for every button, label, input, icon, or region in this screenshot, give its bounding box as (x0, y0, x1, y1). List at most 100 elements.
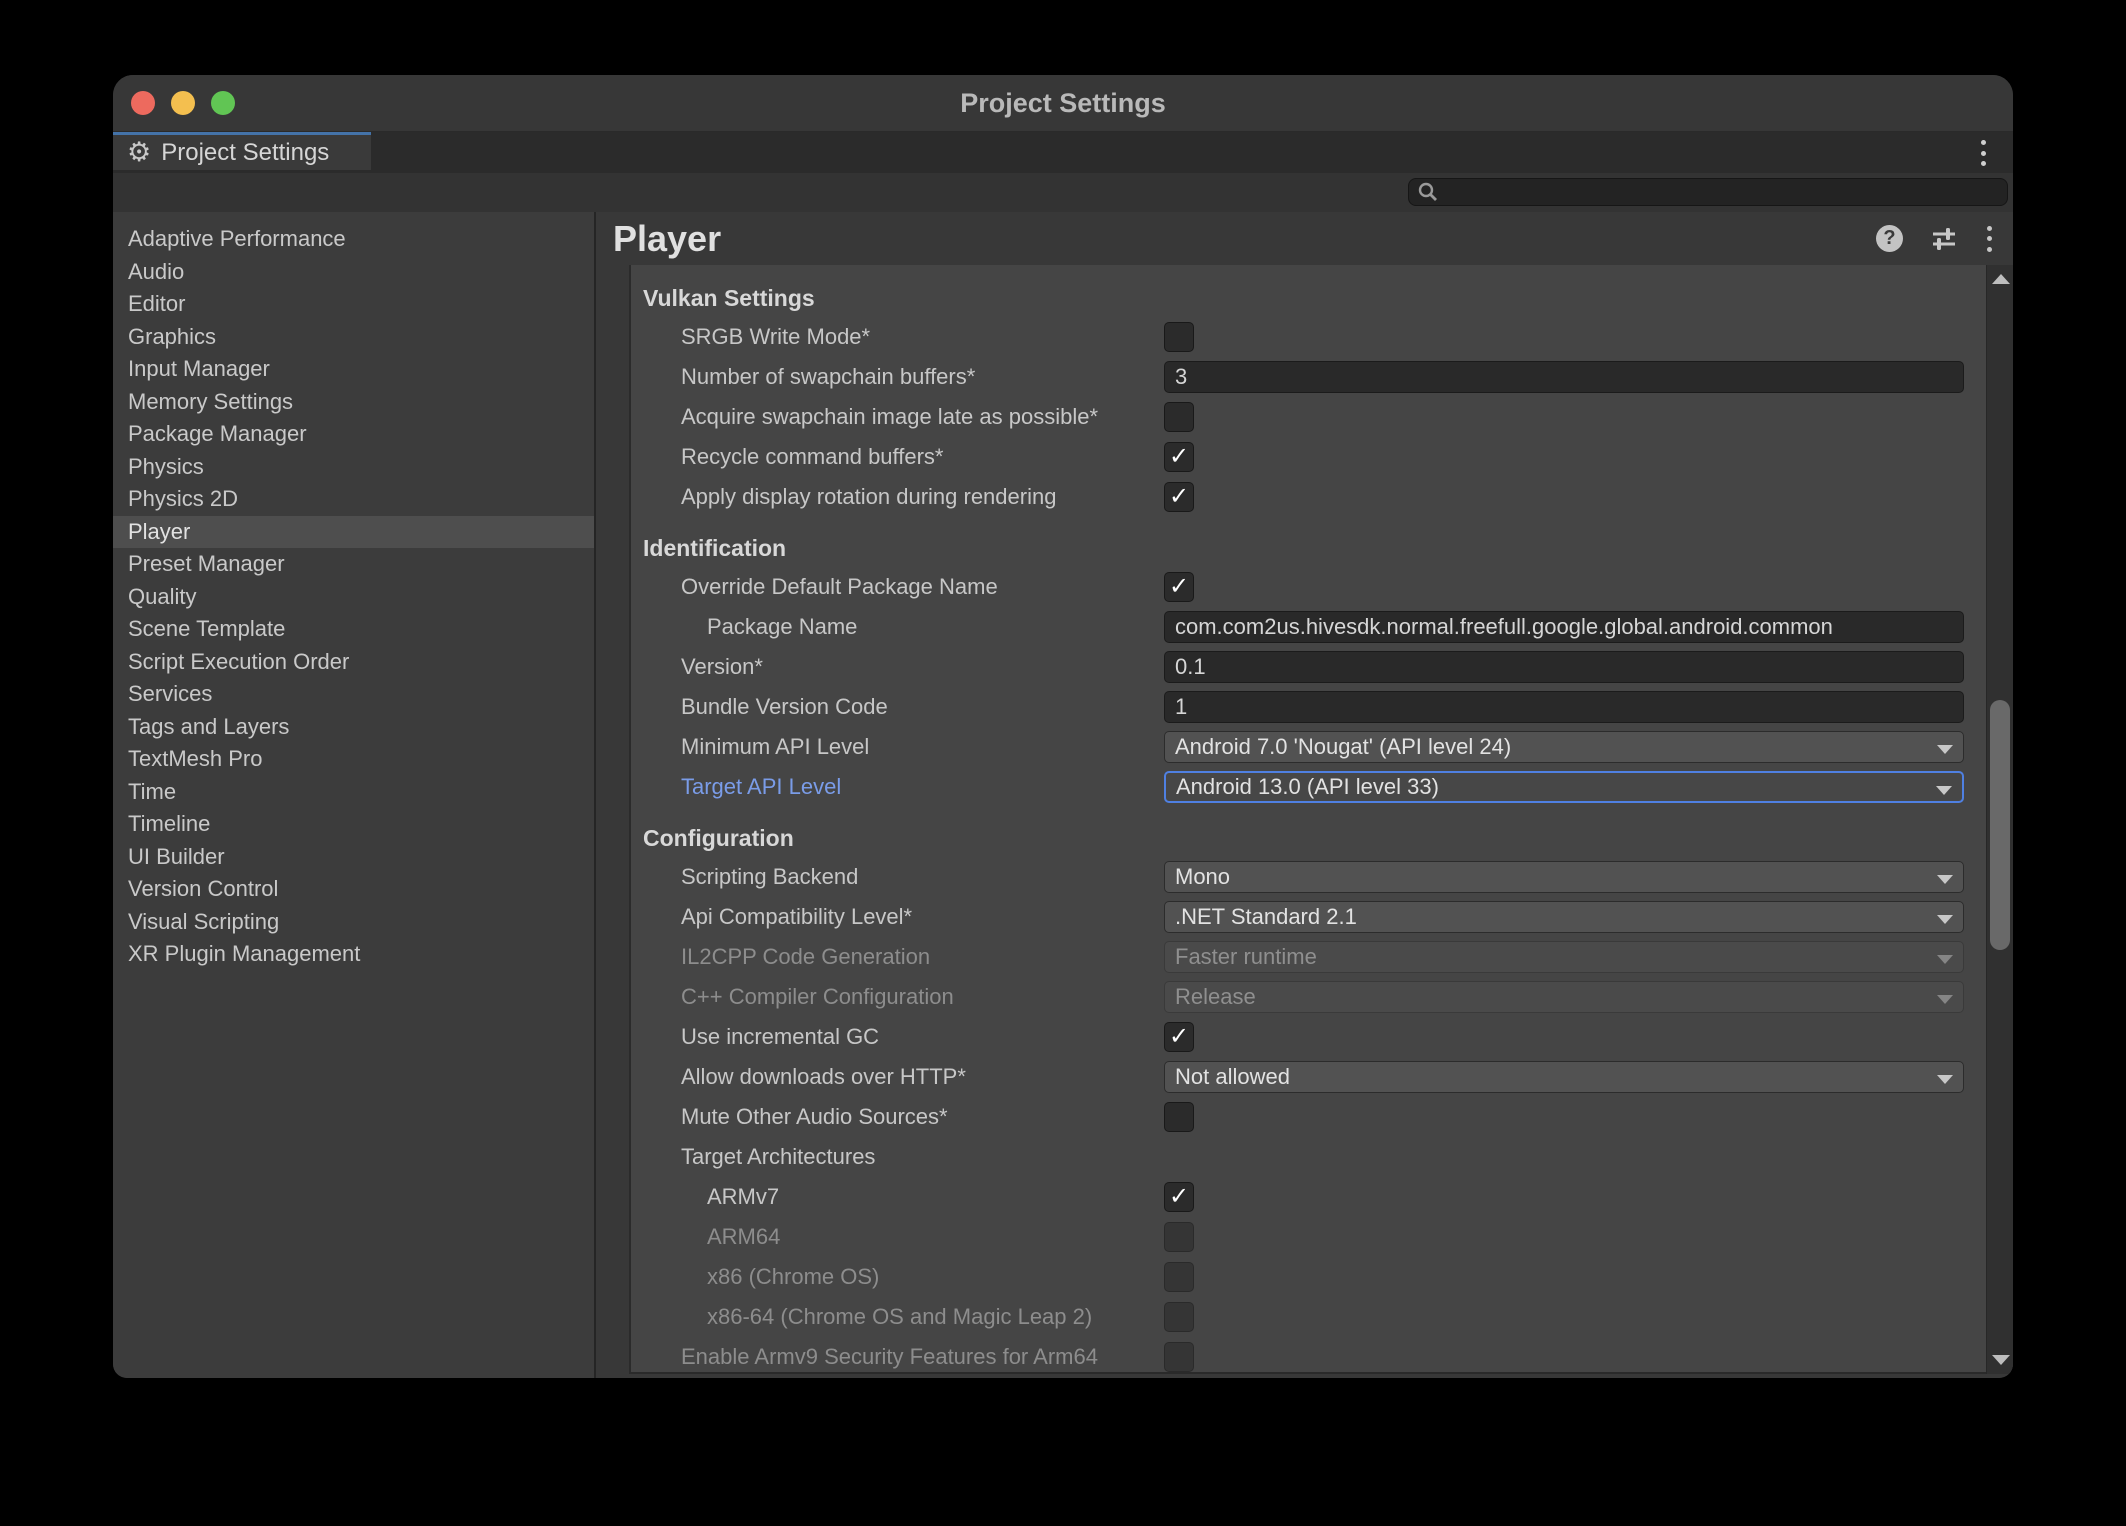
checkbox-unchecked-enable-armv9-security-features-for-arm64[interactable] (1164, 1342, 1194, 1372)
sidebar-item-tags-and-layers[interactable]: Tags and Layers (113, 711, 594, 744)
dropdown-api-compatibility-level[interactable]: .NET Standard 2.1 (1164, 901, 1964, 933)
setting-label: Mute Other Audio Sources* (681, 1097, 948, 1137)
sidebar-item-physics[interactable]: Physics (113, 451, 594, 484)
checkbox-unchecked-acquire-swapchain-image-late-as-possible[interactable] (1164, 402, 1194, 432)
setting-label: Apply display rotation during rendering (681, 477, 1056, 517)
search-box[interactable] (1408, 178, 2008, 206)
settings-row-scripting-backend: Scripting Backend Mono (631, 857, 1986, 897)
sidebar-item-xr-plugin-management[interactable]: XR Plugin Management (113, 938, 594, 971)
dropdown-value: Android 13.0 (API level 33) (1166, 774, 1439, 800)
sidebar-item-input-manager[interactable]: Input Manager (113, 353, 594, 386)
sidebar-item-physics-2d[interactable]: Physics 2D (113, 483, 594, 516)
sidebar-item-services[interactable]: Services (113, 678, 594, 711)
checkbox-unchecked-mute-other-audio-sources[interactable] (1164, 1102, 1194, 1132)
search-input[interactable] (1439, 181, 2007, 204)
setting-label: Acquire swapchain image late as possible… (681, 397, 1098, 437)
settings-row-recycle-command-buffers: Recycle command buffers*✓ (631, 437, 1986, 477)
titlebar[interactable]: Project Settings (113, 75, 2013, 132)
text-field-number-of-swapchain-buffers[interactable]: 3 (1164, 361, 1964, 393)
sidebar-item-visual-scripting[interactable]: Visual Scripting (113, 906, 594, 939)
settings-row-minimum-api-level: Minimum API Level Android 7.0 'Nougat' (A… (631, 727, 1986, 767)
tabbar-kebab-menu-icon[interactable] (1979, 140, 1987, 166)
settings-row-il2cpp-code-generation: IL2CPP Code GenerationFaster runtime (631, 937, 1986, 977)
help-icon[interactable]: ? (1876, 225, 1903, 252)
text-field-package-name[interactable]: com.com2us.hivesdk.normal.freefull.googl… (1164, 611, 1964, 643)
sidebar-item-scene-template[interactable]: Scene Template (113, 613, 594, 646)
sidebar-item-textmesh-pro[interactable]: TextMesh Pro (113, 743, 594, 776)
checkbox-unchecked-arm64[interactable] (1164, 1222, 1194, 1252)
checkbox-checked-override-default-package-name[interactable]: ✓ (1164, 572, 1194, 602)
sidebar-item-ui-builder[interactable]: UI Builder (113, 841, 594, 874)
chevron-down-icon (1937, 995, 1953, 1004)
dropdown-value: .NET Standard 2.1 (1165, 904, 1357, 930)
checkbox-checked-recycle-command-buffers[interactable]: ✓ (1164, 442, 1194, 472)
settings-row-apply-display-rotation-during-rendering: Apply display rotation during rendering ✓ (631, 477, 1986, 517)
sidebar-item-adaptive-performance[interactable]: Adaptive Performance (113, 223, 594, 256)
dropdown-value: Not allowed (1165, 1064, 1290, 1090)
toolbar (113, 173, 2013, 213)
gear-icon: ⚙ (127, 139, 151, 166)
page-title: Player (613, 218, 1876, 260)
chevron-down-icon (1937, 875, 1953, 884)
sidebar-item-memory-settings[interactable]: Memory Settings (113, 386, 594, 419)
setting-label: SRGB Write Mode* (681, 317, 870, 357)
settings-row-arm64: ARM64 (631, 1217, 1986, 1257)
setting-label: x86 (Chrome OS) (707, 1257, 879, 1297)
chevron-down-icon (1936, 786, 1952, 795)
dropdown-value: Android 7.0 'Nougat' (API level 24) (1165, 734, 1511, 760)
sidebar-item-graphics[interactable]: Graphics (113, 321, 594, 354)
sidebar-item-script-execution-order[interactable]: Script Execution Order (113, 646, 594, 679)
checkbox-unchecked-srgb-write-mode[interactable] (1164, 322, 1194, 352)
dropdown-il2cpp-code-generation: Faster runtime (1164, 941, 1964, 973)
sidebar-item-quality[interactable]: Quality (113, 581, 594, 614)
text-field-bundle-version-code[interactable]: 1 (1164, 691, 1964, 723)
sidebar-item-version-control[interactable]: Version Control (113, 873, 594, 906)
dropdown-target-api-level[interactable]: Android 13.0 (API level 33) (1164, 771, 1964, 803)
sidebar-item-time[interactable]: Time (113, 776, 594, 809)
settings-row-srgb-write-mode: SRGB Write Mode* (631, 317, 1986, 357)
checkbox-unchecked-x86-chrome-os[interactable] (1164, 1262, 1194, 1292)
checkbox-checked-apply-display-rotation-during-rendering[interactable]: ✓ (1164, 482, 1194, 512)
scrollbar-thumb[interactable] (1990, 700, 2010, 950)
checkbox-unchecked-x86-64-chrome-os-and-magic-leap-2[interactable] (1164, 1302, 1194, 1332)
window-title: Project Settings (113, 75, 2013, 131)
settings-row-api-compatibility-level: Api Compatibility Level*.NET Standard 2.… (631, 897, 1986, 937)
settings-row-armv7: ARMv7✓ (631, 1177, 1986, 1217)
setting-label: Minimum API Level (681, 727, 869, 767)
settings-row-x86-64-chrome-os-and-magic-leap-2: x86-64 (Chrome OS and Magic Leap 2) (631, 1297, 1986, 1337)
sidebar-item-audio[interactable]: Audio (113, 256, 594, 289)
checkbox-checked-armv7[interactable]: ✓ (1164, 1182, 1194, 1212)
setting-label: ARM64 (707, 1217, 780, 1257)
text-field-value: 1 (1165, 694, 1187, 720)
setting-label: Enable Armv9 Security Features for Arm64 (681, 1337, 1098, 1374)
chevron-down-icon (1937, 1075, 1953, 1084)
project-settings-window: Project Settings ⚙ Project Settings Adap… (113, 75, 2013, 1378)
settings-row-use-incremental-gc: Use incremental GC ✓ (631, 1017, 1986, 1057)
setting-label: Target Architectures (681, 1137, 875, 1177)
sidebar-item-editor[interactable]: Editor (113, 288, 594, 321)
sidebar-item-player[interactable]: Player (113, 516, 594, 549)
sidebar-item-timeline[interactable]: Timeline (113, 808, 594, 841)
settings-row-override-default-package-name: Override Default Package Name✓ (631, 567, 1986, 607)
presets-icon[interactable] (1929, 224, 1959, 254)
sidebar-item-package-manager[interactable]: Package Manager (113, 418, 594, 451)
search-icon (1417, 181, 1439, 203)
setting-label: Use incremental GC (681, 1017, 879, 1057)
scrollbar-down-arrow[interactable] (1987, 1348, 2013, 1372)
dropdown-minimum-api-level[interactable]: Android 7.0 'Nougat' (API level 24) (1164, 731, 1964, 763)
header-kebab-menu-icon[interactable] (1985, 226, 1993, 252)
scrollbar-up-arrow[interactable] (1987, 267, 2013, 291)
dropdown-allow-downloads-over-http[interactable]: Not allowed (1164, 1061, 1964, 1093)
text-field-version[interactable]: 0.1 (1164, 651, 1964, 683)
section-header-vulkan-settings: Vulkan Settings (631, 279, 1986, 317)
dropdown-scripting-backend[interactable]: Mono (1164, 861, 1964, 893)
chevron-down-icon (1937, 745, 1953, 754)
settings-row-number-of-swapchain-buffers: Number of swapchain buffers*3 (631, 357, 1986, 397)
tab-project-settings[interactable]: ⚙ Project Settings (113, 132, 371, 170)
text-field-value: 3 (1165, 364, 1187, 390)
sidebar-item-preset-manager[interactable]: Preset Manager (113, 548, 594, 581)
scrollbar[interactable] (1986, 265, 2013, 1374)
setting-label: Scripting Backend (681, 857, 858, 897)
chevron-down-icon (1937, 955, 1953, 964)
checkbox-checked-use-incremental-gc[interactable]: ✓ (1164, 1022, 1194, 1052)
